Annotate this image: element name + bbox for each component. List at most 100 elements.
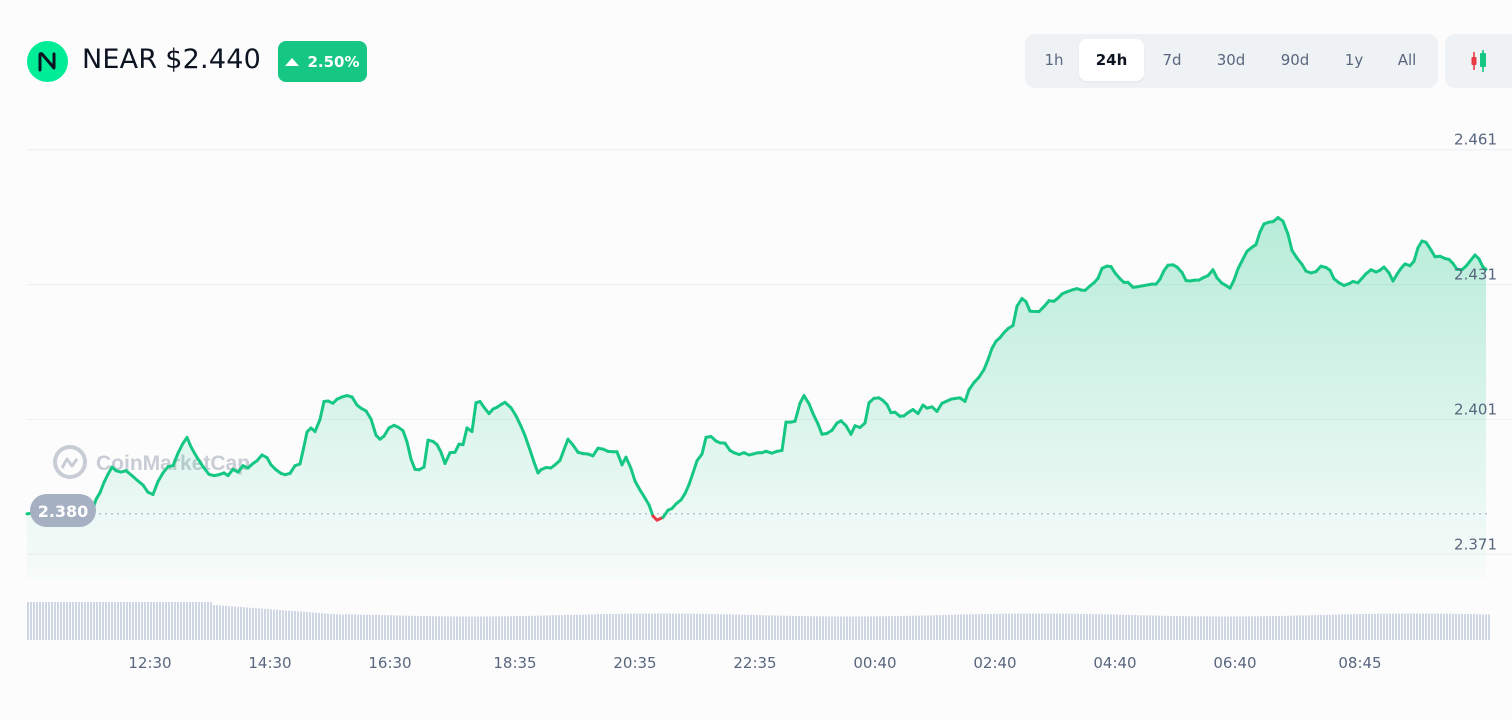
reference-price-tag-text: 2.380: [38, 502, 89, 521]
volume-bar: [1254, 616, 1256, 640]
volume-bar: [321, 613, 323, 640]
volume-bar: [1488, 614, 1490, 640]
volume-bar: [1230, 616, 1232, 640]
volume-bar: [642, 613, 644, 640]
volume-bar: [129, 602, 131, 640]
volume-bar: [1437, 613, 1439, 640]
volume-bar: [666, 613, 668, 640]
volume-bar: [795, 615, 797, 640]
volume-bar: [591, 614, 593, 640]
volume-bar: [1017, 613, 1019, 640]
volume-bar: [906, 615, 908, 640]
volume-bar: [1302, 615, 1304, 640]
volume-bar: [45, 602, 47, 640]
volume-bar: [834, 616, 836, 640]
volume-bar: [1155, 615, 1157, 640]
volume-bar: [1239, 616, 1241, 640]
volume-bar: [999, 613, 1001, 640]
volume-bar: [1263, 616, 1265, 640]
volume-bar: [261, 608, 263, 640]
volume-bar: [1320, 614, 1322, 640]
volume-bar: [606, 614, 608, 640]
volume-bar: [618, 613, 620, 640]
volume-bar: [774, 615, 776, 640]
volume-bar: [294, 611, 296, 640]
volume-bar: [789, 615, 791, 640]
volume-bar: [579, 614, 581, 640]
volume-bar: [1152, 615, 1154, 640]
volume-bar: [987, 613, 989, 640]
volume-bar: [411, 615, 413, 640]
volume-bar: [1008, 613, 1010, 640]
volume-bar: [543, 615, 545, 640]
volume-bar: [678, 613, 680, 640]
volume-bar: [195, 602, 197, 640]
volume-bar: [951, 614, 953, 640]
volume-bar: [852, 616, 854, 640]
volume-bar: [636, 613, 638, 640]
volume-bar: [1005, 613, 1007, 640]
volume-bar: [870, 616, 872, 640]
x-tick-label: 00:40: [853, 654, 896, 672]
volume-bar: [453, 616, 455, 640]
volume-bar: [243, 607, 245, 640]
volume-bar: [63, 602, 65, 640]
volume-bar: [396, 615, 398, 640]
volume-bar: [843, 616, 845, 640]
volume-bar: [1218, 616, 1220, 640]
volume-bar: [558, 615, 560, 640]
volume-bar: [969, 614, 971, 640]
volume-bar: [501, 616, 503, 640]
volume-bar: [96, 602, 98, 640]
volume-bar: [912, 615, 914, 640]
volume-bar: [1278, 615, 1280, 640]
volume-bar: [81, 602, 83, 640]
volume-bar: [1443, 613, 1445, 640]
volume-bar: [108, 602, 110, 640]
volume-bar: [252, 607, 254, 640]
volume-bar: [306, 612, 308, 640]
volume-bar: [975, 614, 977, 640]
volume-bar: [387, 615, 389, 640]
volume-bar: [168, 602, 170, 640]
price-chart[interactable]: CoinMarketCap 2.4612.4312.4012.371 12:30…: [0, 0, 1512, 720]
volume-bar: [495, 616, 497, 640]
x-tick-label: 20:35: [613, 654, 656, 672]
volume-bar: [216, 605, 218, 640]
volume-bar: [147, 602, 149, 640]
volume-bar: [375, 614, 377, 640]
volume-bar: [645, 613, 647, 640]
volume-bar: [117, 602, 119, 640]
volume-bar: [819, 616, 821, 640]
volume-bar: [669, 613, 671, 640]
volume-bar: [1182, 616, 1184, 640]
volume-bar: [807, 616, 809, 640]
volume-bar: [540, 615, 542, 640]
volume-bar: [1422, 613, 1424, 640]
volume-bar: [1140, 615, 1142, 640]
volume-bar: [1071, 613, 1073, 640]
volume-bar: [327, 613, 329, 640]
volume-bar: [1317, 615, 1319, 640]
volume-bar: [1446, 613, 1448, 640]
volume-bar: [1245, 616, 1247, 640]
volume-bar: [675, 613, 677, 640]
volume-bar: [939, 615, 941, 640]
x-tick-label: 22:35: [733, 654, 776, 672]
volume-bar: [204, 602, 206, 640]
volume-bar: [660, 613, 662, 640]
volume-bar: [366, 614, 368, 640]
volume-bar: [594, 614, 596, 640]
volume-bar: [1215, 616, 1217, 640]
volume-bar: [1269, 616, 1271, 640]
volume-bar: [234, 606, 236, 640]
volume-bar: [672, 613, 674, 640]
volume-bar: [150, 602, 152, 640]
volume-bar: [369, 614, 371, 640]
volume-bar: [1242, 616, 1244, 640]
volume-bar: [1197, 616, 1199, 640]
volume-bar: [717, 614, 719, 640]
volume-bar: [1431, 613, 1433, 640]
volume-bar: [555, 615, 557, 640]
volume-bar: [264, 608, 266, 640]
